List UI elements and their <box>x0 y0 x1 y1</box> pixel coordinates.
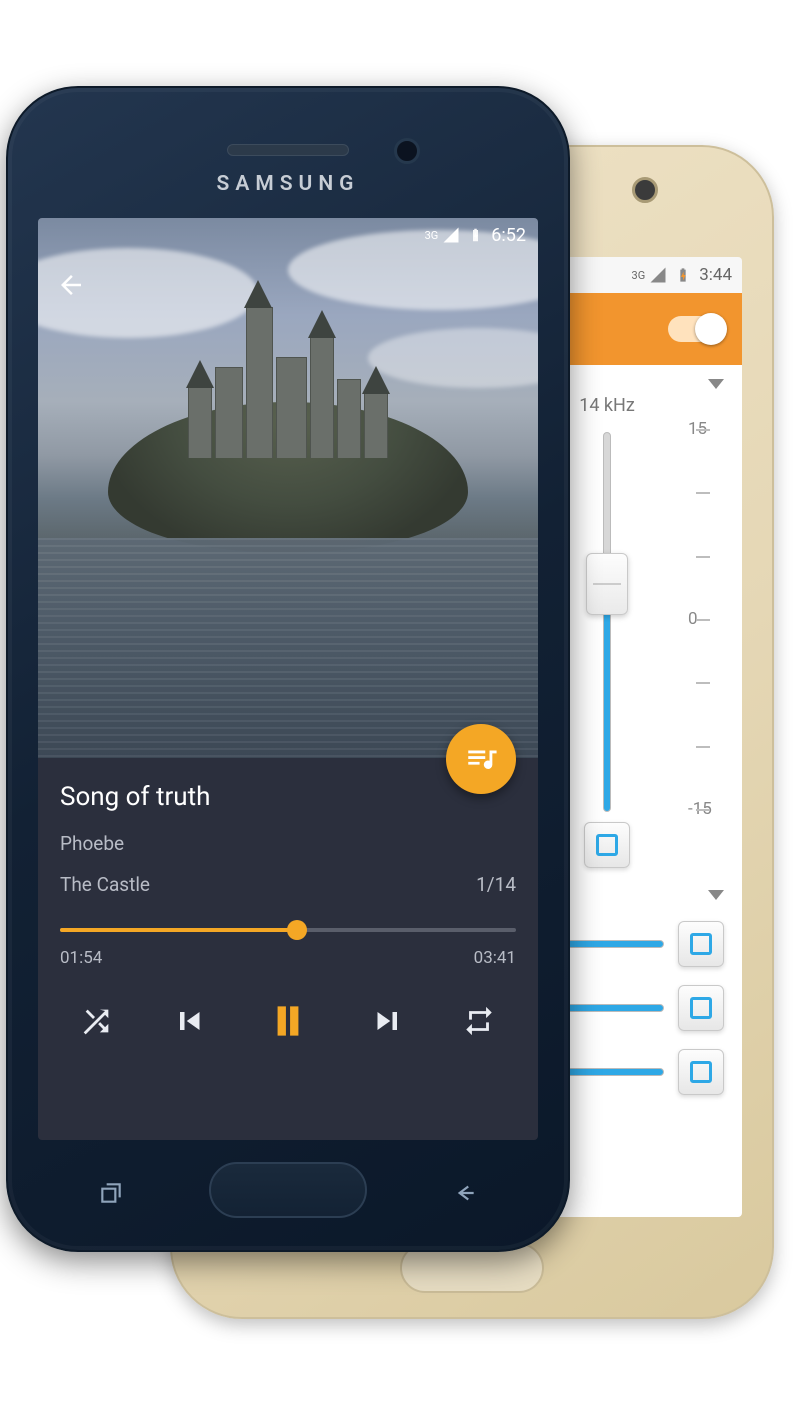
song-title: Song of truth <box>60 782 516 812</box>
next-button[interactable] <box>370 1003 406 1039</box>
time-elapsed: 01:54 <box>60 948 102 968</box>
equalizer-toggle[interactable] <box>668 316 724 342</box>
progress-thumb[interactable] <box>287 920 307 940</box>
status-bar: 3G 6:52 <box>38 218 538 252</box>
song-artist: Phoebe <box>60 832 516 855</box>
arrow-back-icon <box>56 270 86 300</box>
battery-icon <box>675 266 691 284</box>
skip-previous-icon <box>171 1003 207 1039</box>
queue-position: 1/14 <box>476 873 516 896</box>
song-album: The Castle <box>60 873 150 896</box>
h-slider-reset[interactable] <box>678 985 724 1031</box>
skip-next-icon <box>370 1003 406 1039</box>
play-pause-button[interactable] <box>263 996 313 1046</box>
phone-frame-dark: SAMSUNG 3G <box>6 86 570 1252</box>
progress-bar[interactable] <box>60 928 516 932</box>
player-controls <box>38 974 538 1056</box>
device-brand: SAMSUNG <box>8 172 568 196</box>
clock: 6:52 <box>491 225 526 246</box>
eq-band-slider[interactable] <box>589 432 625 812</box>
chevron-down-icon[interactable] <box>708 890 724 900</box>
back-nav-icon[interactable] <box>450 1180 480 1206</box>
earpiece <box>227 144 349 156</box>
playlist-music-icon <box>464 742 498 776</box>
battery-icon <box>468 226 483 244</box>
chevron-down-icon[interactable] <box>708 379 724 389</box>
shuffle-icon <box>80 1004 114 1038</box>
clock: 3:44 <box>699 265 732 285</box>
castle-illustration <box>188 278 388 458</box>
signal-icon <box>649 266 667 284</box>
time-total: 03:41 <box>474 948 516 968</box>
eq-scale: 15 0 -15 <box>696 429 724 809</box>
shuffle-button[interactable] <box>80 1004 114 1038</box>
player-screen: 3G 6:52 Song of truth Phoebe <box>38 218 538 1140</box>
back-button[interactable] <box>56 270 86 300</box>
network-label: 3G <box>425 229 439 242</box>
progress-fill <box>60 928 297 932</box>
pause-icon <box>263 996 313 1046</box>
recents-nav-icon[interactable] <box>96 1180 126 1206</box>
repeat-icon <box>462 1004 496 1038</box>
h-slider-reset[interactable] <box>678 1049 724 1095</box>
home-button[interactable] <box>209 1162 367 1218</box>
front-camera <box>632 177 658 203</box>
signal-icon <box>442 226 460 244</box>
time-row: 01:54 03:41 <box>38 934 538 974</box>
h-slider-reset[interactable] <box>678 921 724 967</box>
playlist-fab[interactable] <box>446 724 516 794</box>
repeat-button[interactable] <box>462 1004 496 1038</box>
front-camera <box>394 138 420 164</box>
album-art: 3G 6:52 <box>38 218 538 758</box>
eq-reset-button[interactable] <box>584 822 630 868</box>
network-label: 3G <box>632 269 646 282</box>
previous-button[interactable] <box>171 1003 207 1039</box>
